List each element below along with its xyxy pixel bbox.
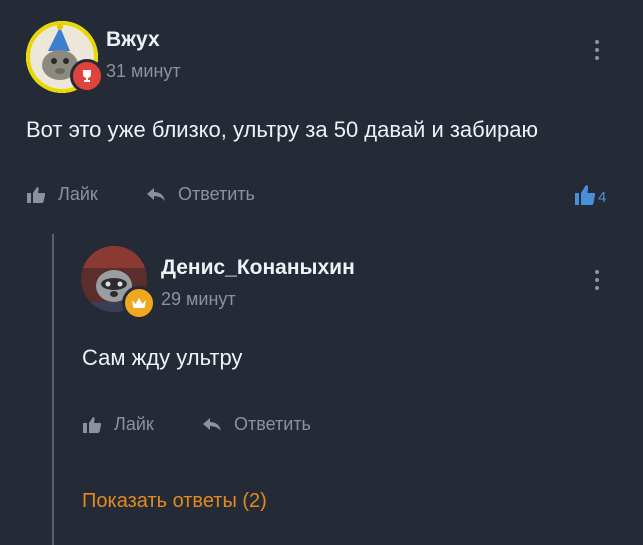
comment-likes-score[interactable]: 4 bbox=[574, 184, 606, 206]
comment-time: 31 минут bbox=[106, 61, 181, 81]
reply-like-button[interactable]: Лайк bbox=[82, 414, 154, 435]
show-replies-button[interactable]: Показать ответы (2) bbox=[82, 490, 267, 513]
trophy-badge-icon bbox=[70, 59, 104, 93]
reply-reply-label: Ответить bbox=[234, 414, 311, 434]
comment-author[interactable]: Вжух bbox=[106, 28, 160, 52]
reply-menu-icon[interactable] bbox=[594, 270, 600, 290]
comment-like-label: Лайк bbox=[58, 184, 98, 204]
comment-like-button[interactable]: Лайк bbox=[26, 184, 98, 205]
thumbs-up-icon bbox=[575, 185, 596, 205]
comment-reply-label: Ответить bbox=[178, 184, 255, 204]
reply-icon bbox=[203, 417, 221, 431]
crown-badge-icon bbox=[122, 286, 156, 320]
reply-text: Сам жду ультру bbox=[82, 345, 243, 370]
comment-reply-button[interactable]: Ответить bbox=[146, 184, 255, 205]
reply-icon bbox=[147, 187, 165, 201]
reply-like-label: Лайк bbox=[114, 414, 154, 434]
reply-reply-button[interactable]: Ответить bbox=[202, 414, 311, 435]
comment-likes-count: 4 bbox=[598, 189, 607, 206]
comment-text: Вот это уже близко, ультру за 50 давай и… bbox=[26, 117, 539, 142]
like-icon bbox=[83, 416, 102, 433]
comment-menu-icon[interactable] bbox=[594, 40, 600, 60]
reply-time: 29 минут bbox=[161, 289, 236, 309]
reply-author[interactable]: Денис_Конаныхин bbox=[161, 256, 355, 280]
thread-line bbox=[52, 234, 54, 545]
like-icon bbox=[27, 186, 46, 203]
